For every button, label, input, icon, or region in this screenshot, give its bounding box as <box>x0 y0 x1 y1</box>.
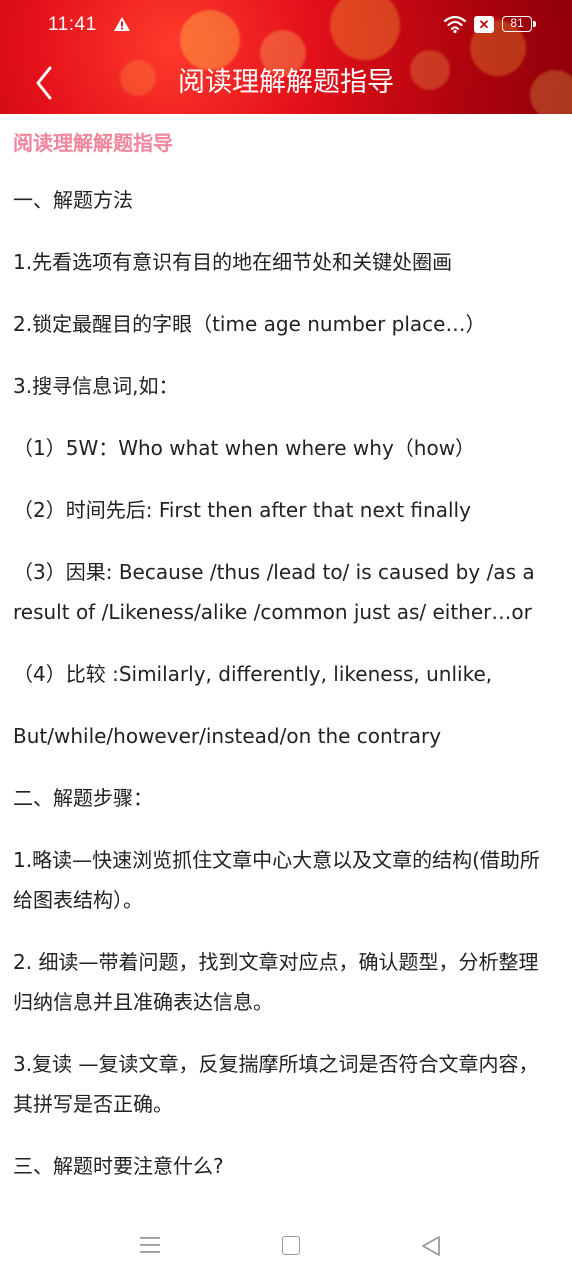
warning-icon <box>114 17 130 31</box>
article-paragraph: （4）比较 :Similarly, differently, likeness,… <box>13 662 493 686</box>
article-paragraph: But/while/however/instead/on the contrar… <box>13 724 442 748</box>
page-title: 阅读理解解题指导 <box>178 67 394 98</box>
battery-icon: 81 <box>502 16 532 32</box>
article-paragraph: 一、解题方法 <box>13 188 133 212</box>
article-paragraph: 二、解题步骤： <box>13 786 153 810</box>
article-paragraph: 2.锁定最醒目的字眼（time age number place…） <box>13 312 486 336</box>
battery-tip <box>533 21 536 27</box>
article-paragraph: 三、解题时要注意什么? <box>13 1154 224 1178</box>
menu-icon[interactable] <box>140 1236 160 1254</box>
sim-icon: ✕ <box>474 16 494 33</box>
app-header: 11:41 ✕ 81 阅读理解解题指导 <box>0 0 572 114</box>
article-paragraph: 2. 细读—带着问题，找到文章对应点，确认题型，分析整理归纳信息并且准确表达信息… <box>13 950 539 1014</box>
article-title: 阅读理解解题指导 <box>13 131 173 155</box>
article-paragraph: （1）5W：Who what when where why（how） <box>13 436 476 460</box>
home-square-icon[interactable] <box>282 1236 300 1255</box>
article-paragraph: （3）因果: Because /thus /lead to/ is caused… <box>13 560 535 624</box>
wifi-icon <box>443 15 467 34</box>
article-paragraph: 1.先看选项有意识有目的地在细节处和关键处圈画 <box>13 250 453 274</box>
article-content: 阅读理解解题指导 一、解题方法 1.先看选项有意识有目的地在细节处和关键处圈画 … <box>13 114 549 1186</box>
status-time: 11:41 <box>48 14 97 35</box>
article-paragraph: 1.略读—快速浏览抓住文章中心大意以及文章的结构(借助所给图表结构）。 <box>13 848 540 912</box>
status-bar: 11:41 ✕ 81 <box>0 0 572 50</box>
back-triangle-icon[interactable] <box>420 1235 442 1257</box>
article-paragraph: 3.搜寻信息词,如： <box>13 374 179 398</box>
article-paragraph: 3.复读 —复读文章，反复揣摩所填之词是否符合文章内容，其拼写是否正确。 <box>13 1052 539 1116</box>
system-nav-bar <box>0 1208 572 1280</box>
article-paragraph: （2）时间先后: First then after that next fina… <box>13 498 471 522</box>
